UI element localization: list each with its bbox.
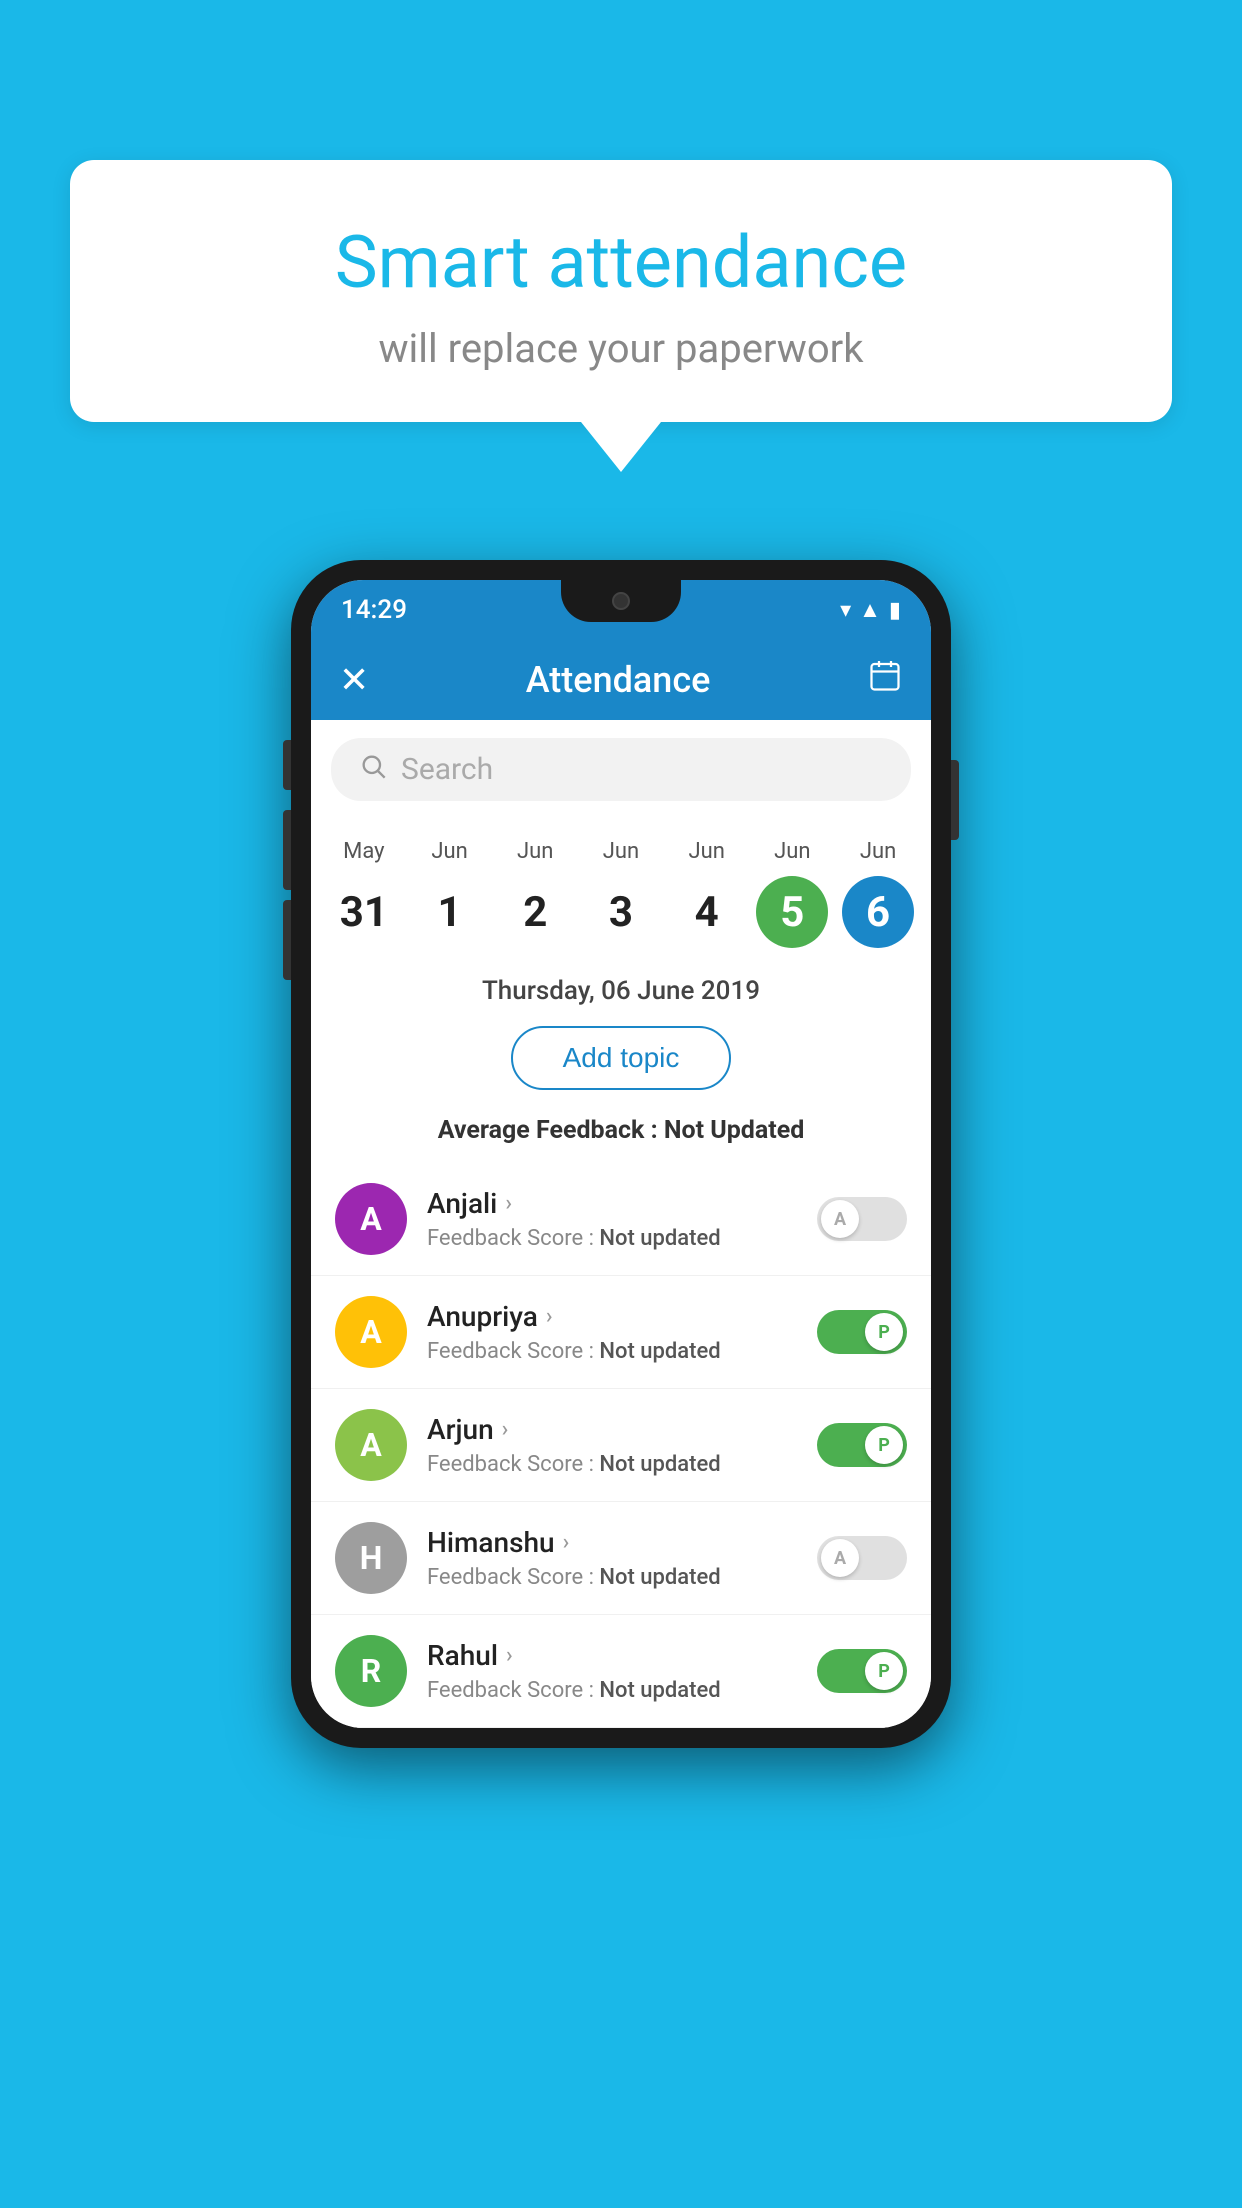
student-name[interactable]: Arjun › bbox=[427, 1413, 797, 1446]
student-name[interactable]: Rahul › bbox=[427, 1639, 797, 1672]
signal-icon: ▲ bbox=[859, 597, 881, 623]
calendar-month-label: Jun bbox=[774, 839, 810, 864]
calendar-date-number[interactable]: 3 bbox=[585, 876, 657, 948]
toggle-knob: A bbox=[821, 1539, 859, 1577]
calendar-month-label: Jun bbox=[603, 839, 639, 864]
chevron-icon: › bbox=[502, 1417, 509, 1442]
toggle-knob: P bbox=[865, 1313, 903, 1351]
student-avatar: H bbox=[335, 1522, 407, 1594]
student-info: Anupriya › Feedback Score : Not updated bbox=[427, 1300, 797, 1364]
phone-volume-up bbox=[283, 810, 291, 890]
student-avatar: R bbox=[335, 1635, 407, 1707]
student-avatar: A bbox=[335, 1183, 407, 1255]
search-bar-container: Search bbox=[311, 720, 931, 819]
speech-bubble-title: Smart attendance bbox=[130, 220, 1112, 305]
student-info: Anjali › Feedback Score : Not updated bbox=[427, 1187, 797, 1251]
student-item-1: A Anupriya › Feedback Score : Not updated P bbox=[311, 1276, 931, 1389]
add-topic-container: Add topic bbox=[311, 1016, 931, 1106]
student-name[interactable]: Anjali › bbox=[427, 1187, 797, 1220]
battery-icon: ▮ bbox=[889, 598, 901, 623]
student-item-2: A Arjun › Feedback Score : Not updated P bbox=[311, 1389, 931, 1502]
attendance-toggle[interactable]: P bbox=[817, 1649, 907, 1693]
attendance-toggle[interactable]: P bbox=[817, 1423, 907, 1467]
avg-feedback-label: Average Feedback : bbox=[438, 1116, 658, 1145]
status-bar: 14:29 ▾ ▲ ▮ bbox=[311, 580, 931, 640]
speech-bubble-arrow bbox=[581, 422, 661, 472]
attendance-toggle[interactable]: P bbox=[817, 1310, 907, 1354]
selected-date: Thursday, 06 June 2019 bbox=[311, 958, 931, 1016]
student-item-3: H Himanshu › Feedback Score : Not updated A bbox=[311, 1502, 931, 1615]
student-feedback-score: Feedback Score : Not updated bbox=[427, 1565, 797, 1590]
student-item-4: R Rahul › Feedback Score : Not updated P bbox=[311, 1615, 931, 1728]
student-info: Himanshu › Feedback Score : Not updated bbox=[427, 1526, 797, 1590]
calendar-date-number[interactable]: 5 bbox=[756, 876, 828, 948]
status-icons: ▾ ▲ ▮ bbox=[840, 597, 901, 623]
phone-power-button bbox=[951, 760, 959, 840]
phone-volume-silent bbox=[283, 740, 291, 790]
avg-feedback: Average Feedback : Not Updated bbox=[311, 1106, 931, 1163]
student-list: AAnjali ›Feedback Score : Not updatedAAA… bbox=[311, 1163, 931, 1728]
toggle-knob: P bbox=[865, 1652, 903, 1690]
calendar-icon[interactable] bbox=[867, 658, 903, 703]
search-bar[interactable]: Search bbox=[331, 738, 911, 801]
speech-bubble-subtitle: will replace your paperwork bbox=[130, 325, 1112, 372]
calendar-date-number[interactable]: 4 bbox=[671, 876, 743, 948]
calendar-date-number[interactable]: 2 bbox=[499, 876, 571, 948]
calendar-day-2[interactable]: Jun 2 bbox=[495, 839, 575, 948]
calendar-day-1[interactable]: Jun 1 bbox=[410, 839, 490, 948]
page-title: Attendance bbox=[526, 659, 711, 701]
student-name[interactable]: Himanshu › bbox=[427, 1526, 797, 1559]
student-item-0: A Anjali › Feedback Score : Not updated A bbox=[311, 1163, 931, 1276]
calendar-day-6[interactable]: Jun 6 bbox=[838, 839, 918, 948]
toggle-knob: P bbox=[865, 1426, 903, 1464]
search-placeholder: Search bbox=[401, 752, 493, 787]
attendance-toggle[interactable]: A bbox=[817, 1197, 907, 1241]
student-info: Arjun › Feedback Score : Not updated bbox=[427, 1413, 797, 1477]
phone-frame: 14:29 ▾ ▲ ▮ ✕ Attendance bbox=[291, 560, 951, 1748]
student-feedback-score: Feedback Score : Not updated bbox=[427, 1226, 797, 1251]
close-icon[interactable]: ✕ bbox=[339, 659, 369, 701]
calendar-date-number[interactable]: 31 bbox=[328, 876, 400, 948]
app-header: ✕ Attendance bbox=[311, 640, 931, 720]
calendar-month-label: Jun bbox=[688, 839, 724, 864]
student-feedback-score: Feedback Score : Not updated bbox=[427, 1678, 797, 1703]
avg-feedback-value: Not Updated bbox=[664, 1116, 804, 1145]
calendar-day-4[interactable]: Jun 4 bbox=[667, 839, 747, 948]
phone-notch bbox=[561, 580, 681, 622]
chevron-icon: › bbox=[505, 1191, 512, 1216]
wifi-icon: ▾ bbox=[840, 598, 851, 623]
student-feedback-score: Feedback Score : Not updated bbox=[427, 1339, 797, 1364]
add-topic-button[interactable]: Add topic bbox=[511, 1026, 732, 1090]
calendar-strip: May 31 Jun 1 Jun 2 Jun 3 Jun 4 Jun 5 Jun 6 bbox=[311, 819, 931, 958]
speech-bubble-container: Smart attendance will replace your paper… bbox=[70, 160, 1172, 472]
status-time: 14:29 bbox=[341, 595, 407, 625]
student-avatar: A bbox=[335, 1409, 407, 1481]
student-name[interactable]: Anupriya › bbox=[427, 1300, 797, 1333]
calendar-month-label: May bbox=[343, 839, 384, 864]
student-info: Rahul › Feedback Score : Not updated bbox=[427, 1639, 797, 1703]
calendar-day-0[interactable]: May 31 bbox=[324, 839, 404, 948]
calendar-date-number[interactable]: 1 bbox=[414, 876, 486, 948]
student-avatar: A bbox=[335, 1296, 407, 1368]
phone-screen: 14:29 ▾ ▲ ▮ ✕ Attendance bbox=[311, 580, 931, 1728]
phone-volume-down bbox=[283, 900, 291, 980]
attendance-toggle[interactable]: A bbox=[817, 1536, 907, 1580]
camera bbox=[612, 592, 630, 610]
calendar-date-number[interactable]: 6 bbox=[842, 876, 914, 948]
student-feedback-score: Feedback Score : Not updated bbox=[427, 1452, 797, 1477]
chevron-icon: › bbox=[506, 1643, 513, 1668]
calendar-month-label: Jun bbox=[860, 839, 896, 864]
calendar-day-5[interactable]: Jun 5 bbox=[752, 839, 832, 948]
search-icon bbox=[359, 752, 387, 787]
toggle-knob: A bbox=[821, 1200, 859, 1238]
calendar-month-label: Jun bbox=[517, 839, 553, 864]
phone-container: 14:29 ▾ ▲ ▮ ✕ Attendance bbox=[291, 560, 951, 1748]
chevron-icon: › bbox=[563, 1530, 570, 1555]
chevron-icon: › bbox=[546, 1304, 553, 1329]
calendar-month-label: Jun bbox=[431, 839, 467, 864]
calendar-day-3[interactable]: Jun 3 bbox=[581, 839, 661, 948]
speech-bubble: Smart attendance will replace your paper… bbox=[70, 160, 1172, 422]
